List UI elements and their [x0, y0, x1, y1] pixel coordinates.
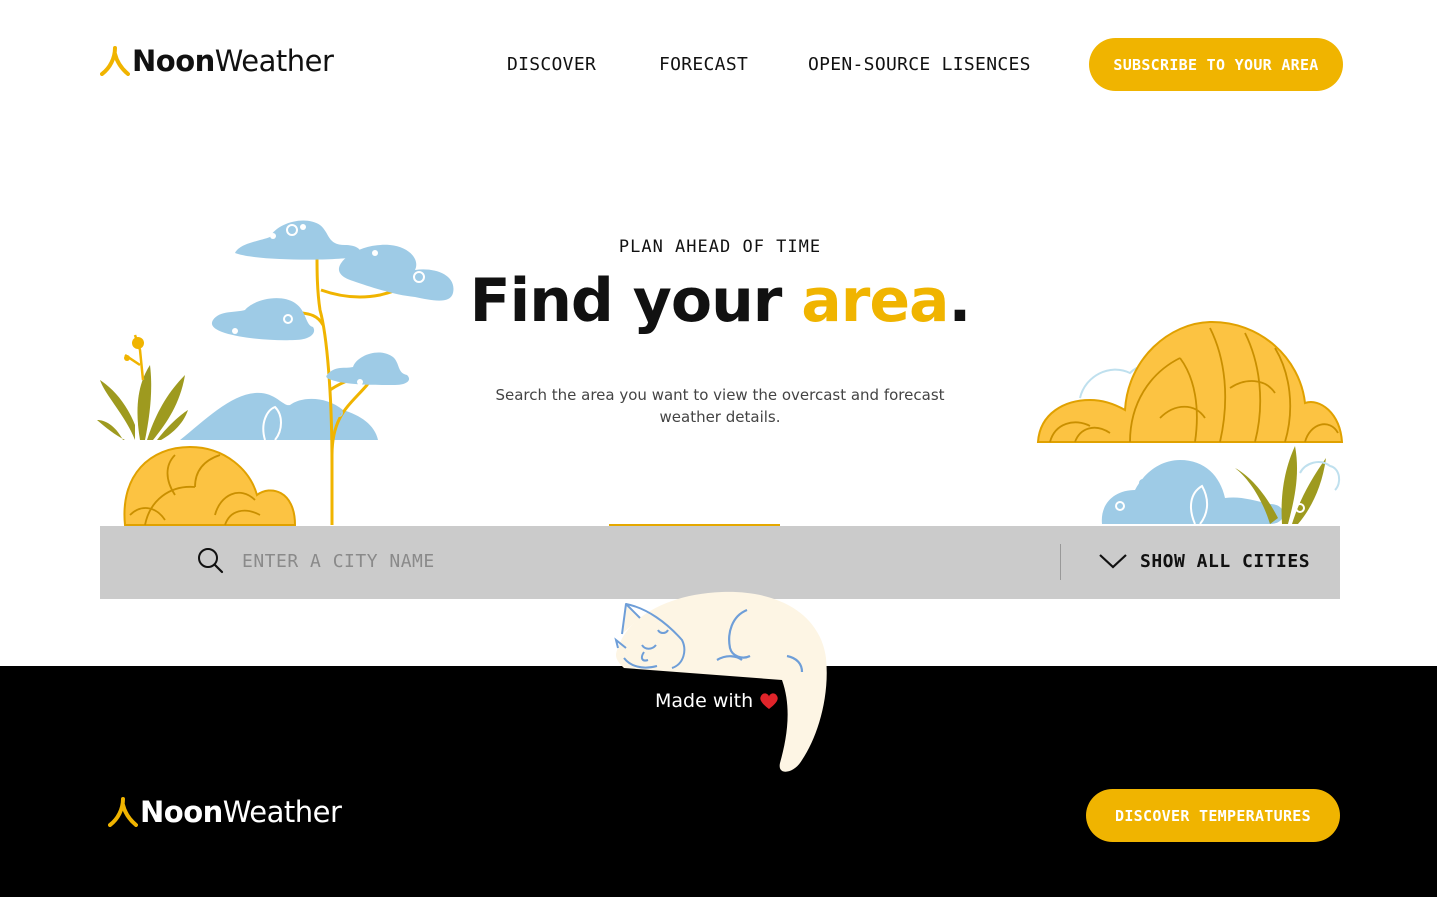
search-divider: [1060, 544, 1061, 580]
footer-logo-text-weather: Weather: [222, 795, 342, 829]
footer-logo-text-noon: Noon: [140, 795, 223, 829]
search-icon[interactable]: [196, 546, 224, 574]
show-all-cities-dropdown[interactable]: SHOW ALL CITIES: [1098, 546, 1310, 576]
hero-subtitle: Search the area you want to view the ove…: [495, 386, 945, 426]
hero-title-accent: area: [801, 266, 949, 336]
show-all-cities-label: SHOW ALL CITIES: [1140, 550, 1311, 572]
nav-forecast[interactable]: FORECAST: [659, 54, 748, 75]
logo-mark-icon: [100, 46, 130, 76]
heart-icon: [760, 693, 778, 709]
sleeping-cat-illustration: [614, 591, 827, 772]
discover-temperatures-button[interactable]: DISCOVER TEMPERATURES: [1086, 789, 1340, 842]
subscribe-button[interactable]: SUBSCRIBE TO YOUR AREA: [1089, 38, 1343, 91]
chevron-down-icon: [1099, 554, 1127, 569]
nav-discover[interactable]: DISCOVER: [507, 54, 596, 75]
city-search-input[interactable]: [242, 546, 1022, 576]
nav-open-source-licenses[interactable]: OPEN-SOURCE LISENCES: [808, 54, 1031, 75]
brand-logo[interactable]: Noon Weather: [100, 44, 334, 78]
made-with-text: Made with: [655, 690, 779, 712]
footer-brand-logo[interactable]: Noon Weather: [108, 795, 342, 829]
left-plants-illustration: [97, 220, 454, 526]
hero-eyebrow: PLAN AHEAD OF TIME: [618, 237, 822, 257]
made-with-label: Made with: [655, 690, 754, 712]
hero-title: Find your area.: [420, 266, 1020, 336]
logo-text-weather: Weather: [214, 44, 334, 78]
logo-mark-icon: [108, 797, 138, 827]
right-plants-illustration: [1036, 320, 1344, 525]
logo-text-noon: Noon: [132, 44, 215, 78]
site-header: Noon Weather DISCOVER FORECAST OPEN-SOURC…: [0, 0, 1440, 130]
hero-title-period: .: [948, 266, 972, 336]
hero-title-start: Find your: [469, 266, 802, 336]
